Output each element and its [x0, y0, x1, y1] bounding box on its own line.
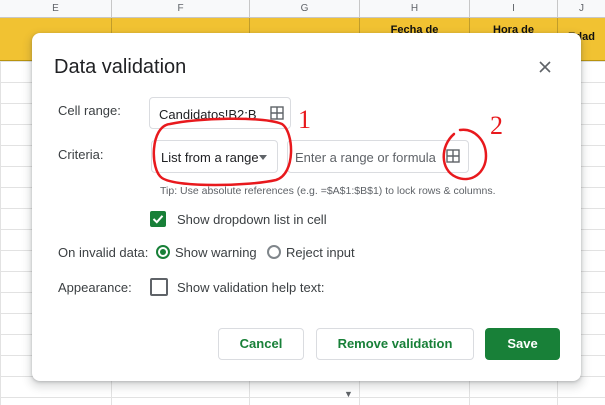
- criteria-type-dropdown[interactable]: List from a range: [151, 140, 278, 173]
- on-invalid-label: On invalid data:: [58, 245, 149, 260]
- show-dropdown-checkbox[interactable]: [150, 211, 166, 227]
- remove-validation-button[interactable]: Remove validation: [316, 328, 474, 360]
- column-header-i[interactable]: I: [470, 0, 558, 17]
- criteria-range-placeholder: Enter a range or formula: [295, 150, 436, 165]
- appearance-label: Appearance:: [58, 280, 132, 295]
- scroll-down-arrow-icon[interactable]: ▼: [344, 389, 353, 399]
- column-header-j[interactable]: J: [558, 0, 605, 17]
- chevron-down-icon: [259, 155, 267, 160]
- cell-range-value: Candidatos!B2:B: [159, 107, 257, 122]
- dialog-title: Data validation: [54, 56, 187, 78]
- show-help-text-checkbox[interactable]: [150, 278, 168, 296]
- reject-input-radio[interactable]: [267, 245, 281, 259]
- reject-input-label: Reject input: [286, 245, 355, 260]
- show-help-text-label: Show validation help text:: [177, 280, 325, 295]
- column-header-g[interactable]: G: [250, 0, 360, 17]
- grid-select-icon[interactable]: [446, 149, 460, 163]
- criteria-label: Criteria:: [58, 147, 104, 162]
- close-icon[interactable]: [535, 57, 555, 77]
- cell-range-label: Cell range:: [58, 103, 121, 118]
- cancel-button[interactable]: Cancel: [218, 328, 304, 360]
- tip-text: Tip: Use absolute references (e.g. =$A$1…: [160, 185, 496, 197]
- save-button[interactable]: Save: [485, 328, 560, 360]
- column-header-e[interactable]: E: [0, 0, 112, 17]
- column-header-f[interactable]: F: [112, 0, 250, 17]
- show-dropdown-label: Show dropdown list in cell: [177, 212, 327, 227]
- criteria-type-value: List from a range: [161, 150, 259, 165]
- column-header-h[interactable]: H: [360, 0, 470, 17]
- show-warning-label: Show warning: [175, 245, 257, 260]
- cell-range-input[interactable]: Candidatos!B2:B: [149, 97, 291, 129]
- grid-select-icon[interactable]: [270, 106, 284, 120]
- criteria-range-input[interactable]: Enter a range or formula: [287, 140, 469, 173]
- data-validation-dialog: Data validation Cell range: Candidatos!B…: [32, 33, 581, 381]
- checkmark-icon: [152, 215, 164, 224]
- show-warning-radio[interactable]: [156, 245, 170, 259]
